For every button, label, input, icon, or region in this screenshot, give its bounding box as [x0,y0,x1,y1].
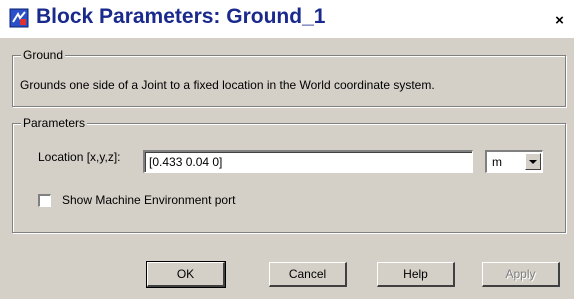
show-machine-env-checkbox[interactable] [38,194,51,207]
cancel-button[interactable]: Cancel [269,262,347,287]
window-title: Block Parameters: Ground_1 [36,5,326,28]
ground-description: Grounds one side of a Joint to a fixed l… [20,78,435,92]
parameters-group: Parameters [12,116,566,233]
ground-group-legend: Ground [21,48,66,62]
block-parameters-dialog: Block Parameters: Ground_1 × Ground Grou… [0,0,574,299]
location-label: Location [x,y,z]: [38,150,121,164]
apply-button[interactable]: Apply [482,262,560,287]
simulink-block-icon [9,8,29,28]
units-select-value: m [492,155,502,169]
parameters-group-legend: Parameters [21,116,88,130]
location-input[interactable] [143,150,473,173]
close-icon[interactable]: × [551,12,568,29]
title-bar[interactable]: Block Parameters: Ground_1 × [0,0,574,38]
show-machine-env-label: Show Machine Environment port [62,193,236,207]
ok-button[interactable]: OK [146,261,226,288]
chevron-down-icon[interactable] [525,153,541,170]
units-select[interactable]: m [485,150,543,173]
help-button[interactable]: Help [377,262,455,287]
